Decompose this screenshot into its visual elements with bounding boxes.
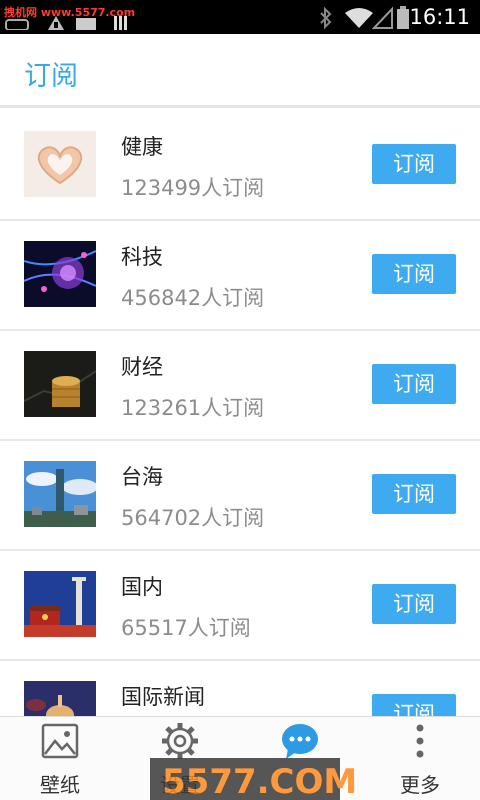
subscribe-button[interactable]: 订阅: [372, 474, 456, 514]
subscribe-button[interactable]: 订阅: [372, 364, 456, 404]
page-header: 订阅: [0, 34, 480, 108]
subscription-list[interactable]: 健康 123499人订阅 订阅 科技 456842人订阅 订阅 财经 12326…: [0, 111, 480, 716]
nav-item-more[interactable]: 更多: [360, 717, 480, 800]
list-item[interactable]: 财经 123261人订阅 订阅: [0, 331, 480, 441]
tech-hand-image: [24, 241, 96, 307]
subscriber-count: 123261人订阅: [121, 396, 265, 420]
feed-name: 财经: [121, 355, 163, 379]
subscriber-count: 564702人订阅: [121, 506, 265, 530]
notification-icons: [5, 16, 127, 30]
chat-bubble-icon: [282, 724, 318, 759]
subscribe-button[interactable]: 订阅: [372, 144, 456, 184]
list-item[interactable]: 科技 456842人订阅 订阅: [0, 221, 480, 331]
subscriber-count: 65517人订阅: [121, 616, 251, 640]
heart-hands-image: [24, 131, 96, 197]
clock: 16:11: [409, 5, 470, 29]
status-bar: 拽机网 www.5577.com 16:11: [0, 0, 480, 34]
nav-item-wallpaper[interactable]: 壁纸: [0, 717, 120, 800]
more-vertical-icon: [416, 724, 424, 758]
subscriber-count: 123499人订阅: [121, 176, 265, 200]
taipei-tower-image: [24, 461, 96, 527]
bluetooth-icon: [320, 6, 332, 30]
subscribe-button[interactable]: 订阅: [372, 254, 456, 294]
tiananmen-image: [24, 571, 96, 637]
watermark-logo: 5577.COM: [150, 758, 357, 800]
wifi-icon: [345, 8, 373, 28]
signal-icon: [372, 6, 393, 29]
list-item[interactable]: 国内 65517人订阅 订阅: [0, 551, 480, 661]
gold-coins-image: [24, 351, 96, 417]
nav-label: 壁纸: [40, 773, 80, 797]
subscribe-button[interactable]: 订阅: [372, 584, 456, 624]
subscriber-count: 456842人订阅: [121, 286, 265, 310]
capitol-night-image: [24, 681, 96, 716]
battery-icon: [397, 6, 409, 29]
list-item[interactable]: 台海 564702人订阅 订阅: [0, 441, 480, 551]
page-title: 订阅: [24, 61, 78, 92]
feed-name: 科技: [121, 245, 163, 269]
subscribe-button[interactable]: 订阅: [372, 694, 456, 716]
feed-name: 台海: [121, 465, 163, 489]
nav-label: 更多: [400, 773, 440, 797]
list-item[interactable]: 健康 123499人订阅 订阅: [0, 111, 480, 221]
feed-name: 国内: [121, 575, 163, 599]
feed-name: 健康: [121, 135, 163, 159]
list-item[interactable]: 国际新闻 订阅: [0, 661, 480, 716]
feed-name: 国际新闻: [121, 685, 205, 709]
image-icon: [41, 723, 79, 759]
gear-icon: [162, 723, 198, 759]
